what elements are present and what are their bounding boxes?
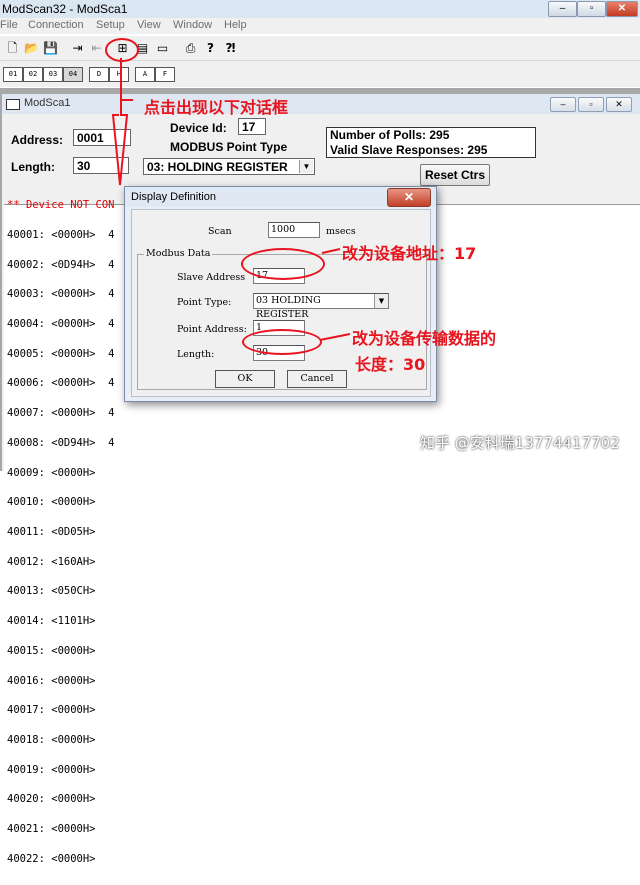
register-row: 40019: <0000H>: [7, 763, 96, 776]
register-row: 40017: <0000H>: [7, 704, 96, 717]
register-row: 40020: <0000H>: [7, 793, 96, 806]
watermark: 知乎 @安科瑞13774417702: [420, 434, 620, 452]
register-row: 40015: <0000H>: [7, 644, 96, 657]
register-row: 40011: <0D05H>: [7, 526, 96, 538]
register-row: 40014: <1101H>: [7, 615, 96, 628]
arrow-to-slave: [321, 248, 341, 254]
arrow-to-dialog: [111, 58, 133, 186]
register-row: 40018: <0000H>: [7, 734, 96, 747]
annotation-slave-address: 改为设备地址：17: [342, 244, 477, 263]
annotation-arrows: [111, 58, 351, 341]
register-row: 40013: <050CH>: [7, 585, 96, 598]
annotation-length-line2: 长度：30: [355, 355, 426, 374]
register-row: 40021: <0000H>: [7, 823, 96, 836]
register-row: 40016: <0000H>: [7, 674, 96, 687]
register-row: 40012: <160AH>: [7, 555, 96, 568]
annotation-length-line1: 改为设备传输数据的: [352, 329, 497, 348]
slave-address-highlight-ellipse: [241, 248, 325, 280]
length-highlight-ellipse: [242, 329, 322, 355]
annotation-click-hint: 点击出现以下对话框: [144, 98, 289, 117]
register-row: 40010: <0000H>: [7, 496, 96, 509]
register-row: 40022: <0000H>: [7, 852, 96, 865]
arrow-to-length: [319, 333, 351, 341]
